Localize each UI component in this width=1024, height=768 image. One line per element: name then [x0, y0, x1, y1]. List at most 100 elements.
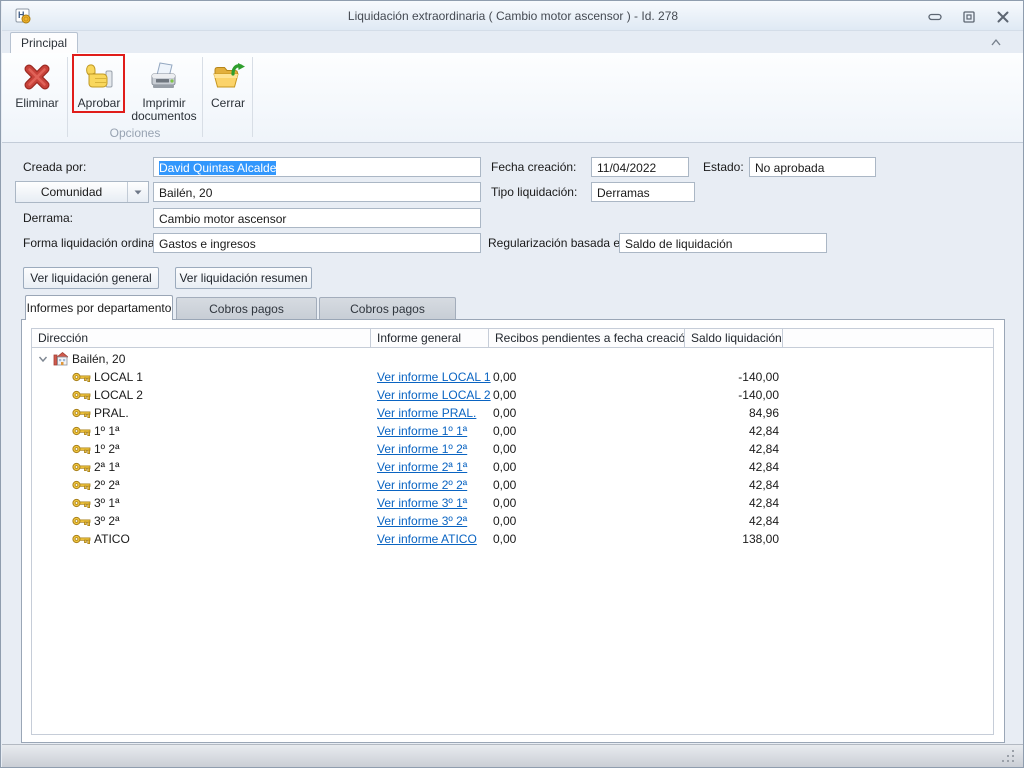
key-icon	[72, 406, 91, 420]
resize-grip[interactable]	[1000, 748, 1016, 764]
forma-liquidacion-label: Forma liquidación ordinaria:	[23, 233, 171, 253]
key-icon	[72, 424, 91, 438]
recibos-value: 0,00	[493, 386, 516, 404]
key-icon	[72, 370, 91, 384]
tree-collapse-icon[interactable]	[38, 355, 48, 363]
tipo-liquidacion-field[interactable]: Derramas	[591, 182, 695, 202]
tree-row-unit[interactable]: LOCAL 1 Ver informe LOCAL 10,00 -140,00	[32, 368, 993, 386]
chevron-down-icon	[134, 190, 142, 195]
tree-row-root[interactable]: Bailén, 20	[32, 350, 993, 368]
tree-row-unit[interactable]: PRAL.Ver informe PRAL.0,0084,96	[32, 404, 993, 422]
key-icon	[72, 514, 91, 528]
ver-informe-link[interactable]: Ver informe 3º 2ª	[377, 512, 467, 530]
aprobar-button[interactable]: Aprobar	[74, 57, 124, 129]
tree-row-unit[interactable]: ATICOVer informe ATICO0,00138,00	[32, 530, 993, 548]
unit-label: 1º 2ª	[94, 440, 120, 458]
ver-informe-link[interactable]: Ver informe LOCAL 1	[377, 368, 491, 386]
tree-row-unit[interactable]: 1º 2ªVer informe 1º 2ª0,0042,84	[32, 440, 993, 458]
column-header-direccion[interactable]: Dirección	[32, 329, 371, 347]
regularizacion-field[interactable]: Saldo de liquidación	[619, 233, 827, 253]
unit-label: PRAL.	[94, 404, 129, 422]
creada-por-field[interactable]: David Quintas Alcalde	[153, 157, 481, 177]
departamentos-grid: Dirección Informe general Recibos pendie…	[31, 328, 994, 735]
saldo-value: 138,00	[685, 530, 783, 548]
ver-liquidacion-general-button[interactable]: Ver liquidación general	[23, 267, 159, 289]
tab-content-panel: Dirección Informe general Recibos pendie…	[21, 319, 1005, 743]
key-icon	[72, 388, 91, 402]
tree-row-unit[interactable]: 1º 1ªVer informe 1º 1ª0,0042,84	[32, 422, 993, 440]
unit-label: 2º 2ª	[94, 476, 120, 494]
recibos-value: 0,00	[493, 404, 516, 422]
unit-label: LOCAL 1	[94, 368, 143, 386]
creada-por-value: David Quintas Alcalde	[159, 161, 276, 175]
ver-informe-link[interactable]: Ver informe LOCAL 2	[377, 386, 491, 404]
ver-informe-link[interactable]: Ver informe 1º 2ª	[377, 440, 467, 458]
printer-icon	[147, 60, 181, 94]
tree-row-unit[interactable]: 3º 1ªVer informe 3º 1ª0,0042,84	[32, 494, 993, 512]
derrama-field[interactable]: Cambio motor ascensor	[153, 208, 481, 228]
ver-informe-link[interactable]: Ver informe 2º 2ª	[377, 476, 467, 494]
folder-go-icon	[211, 60, 245, 94]
key-icon	[72, 496, 91, 510]
saldo-value: 42,84	[685, 494, 783, 512]
grid-rows: Bailén, 20 LOCAL 1Ver informe LOCAL 10,0…	[32, 350, 993, 548]
restore-button[interactable]	[962, 10, 976, 24]
grid-header: Dirección Informe general Recibos pendie…	[32, 329, 993, 348]
imprimir-documentos-label: Imprimir documentos	[128, 97, 200, 123]
imprimir-documentos-button[interactable]: Imprimir documentos	[128, 57, 200, 129]
tree-row-unit[interactable]: LOCAL 2 Ver informe LOCAL 20,00 -140,00	[32, 386, 993, 404]
estado-field[interactable]: No aprobada	[749, 157, 876, 177]
regularizacion-label: Regularización basada en:	[488, 233, 630, 253]
creada-por-label: Creada por:	[23, 157, 86, 177]
ver-informe-link[interactable]: Ver informe 3º 1ª	[377, 494, 467, 512]
ribbon-tab-row: Principal	[2, 31, 1024, 53]
forma-liquidacion-field[interactable]: Gastos e ingresos	[153, 233, 481, 253]
tab-informes-por-departamento[interactable]: Informes por departamento	[25, 295, 173, 320]
tab-cobros-pagos-comunitarios[interactable]: Cobros pagos comunitarios	[176, 297, 317, 320]
eliminar-button[interactable]: Eliminar	[8, 57, 66, 129]
saldo-value: -140,00	[685, 386, 783, 404]
recibos-value: 0,00	[493, 512, 516, 530]
ver-informe-link[interactable]: Ver informe 2ª 1ª	[377, 458, 467, 476]
unit-label: 3º 1ª	[94, 494, 120, 512]
tipo-liquidacion-label: Tipo liquidación:	[491, 182, 577, 202]
comunidad-dropdown-arrow[interactable]	[127, 182, 148, 202]
collapse-ribbon-icon[interactable]	[990, 38, 1002, 47]
recibos-value: 0,00	[493, 530, 516, 548]
tab-cobros-pagos-individuales[interactable]: Cobros pagos individuales	[319, 297, 456, 320]
comunidad-button[interactable]: Comunidad	[15, 181, 149, 203]
delete-cross-icon	[20, 60, 54, 94]
saldo-value: -140,00	[685, 368, 783, 386]
saldo-value: 42,84	[685, 458, 783, 476]
unit-label: LOCAL 2	[94, 386, 143, 404]
ribbon-group-caption: Opciones	[68, 126, 202, 140]
ver-informe-link[interactable]: Ver informe 1º 1ª	[377, 422, 467, 440]
column-header-informe-general[interactable]: Informe general	[371, 329, 489, 347]
tab-principal[interactable]: Principal	[10, 32, 78, 54]
minimize-button[interactable]	[928, 10, 942, 24]
key-icon	[72, 532, 91, 546]
ver-liquidacion-resumen-button[interactable]: Ver liquidación resumen	[175, 267, 312, 289]
ribbon: Eliminar Aprobar Imprimir documentos	[2, 53, 1024, 143]
tree-row-unit[interactable]: 3º 2ªVer informe 3º 2ª0,0042,84	[32, 512, 993, 530]
ver-informe-link[interactable]: Ver informe PRAL.	[377, 404, 476, 422]
root-node-label: Bailén, 20	[72, 350, 125, 368]
column-header-blank	[783, 329, 993, 347]
close-button[interactable]	[996, 10, 1010, 24]
column-header-saldo-liquidacion[interactable]: Saldo liquidación	[685, 329, 783, 347]
unit-label: 2ª 1ª	[94, 458, 120, 476]
saldo-value: 42,84	[685, 422, 783, 440]
key-icon	[72, 478, 91, 492]
tree-row-unit[interactable]: 2º 2ªVer informe 2º 2ª0,0042,84	[32, 476, 993, 494]
eliminar-label: Eliminar	[15, 97, 58, 110]
fecha-creacion-label: Fecha creación:	[491, 157, 576, 177]
fecha-creacion-field[interactable]: 11/04/2022	[591, 157, 689, 177]
recibos-value: 0,00	[493, 368, 516, 386]
saldo-value: 42,84	[685, 512, 783, 530]
saldo-value: 42,84	[685, 476, 783, 494]
ver-informe-link[interactable]: Ver informe ATICO	[377, 530, 477, 548]
tree-row-unit[interactable]: 2ª 1ªVer informe 2ª 1ª0,0042,84	[32, 458, 993, 476]
column-header-recibos-pendientes[interactable]: Recibos pendientes a fecha creación	[489, 329, 685, 347]
comunidad-field[interactable]: Bailén, 20	[153, 182, 481, 202]
cerrar-button[interactable]: Cerrar	[205, 57, 251, 129]
